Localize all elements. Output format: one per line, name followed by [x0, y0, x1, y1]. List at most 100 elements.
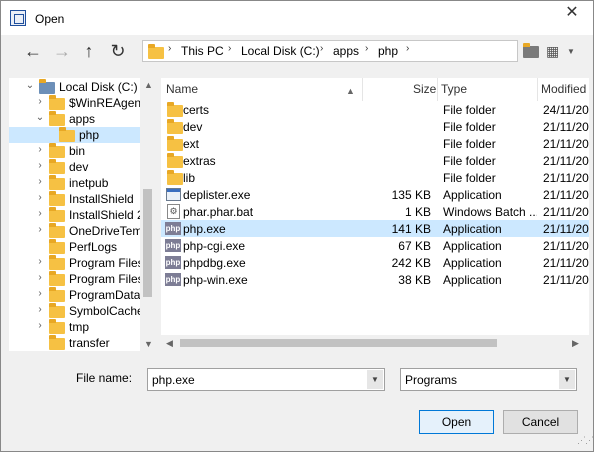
file-modified: 21/11/20: [543, 171, 589, 185]
tree-item[interactable]: PerfLogs: [9, 239, 141, 255]
file-row[interactable]: php php-cgi.exe 67 KB Application 21/11/20: [161, 237, 589, 254]
tree-item-label: Program Files: [69, 256, 141, 270]
file-type-dropdown-icon[interactable]: ▼: [559, 370, 575, 389]
view-options-chevron-icon[interactable]: ▼: [567, 47, 575, 56]
view-grid-icon[interactable]: ▦: [546, 43, 559, 60]
close-button[interactable]: ✕: [557, 3, 587, 25]
new-folder-icon[interactable]: [523, 43, 539, 58]
folder-icon: [49, 175, 65, 190]
crumb-local-disk[interactable]: Local Disk (C:): [241, 44, 320, 58]
sort-ascending-icon: ▲: [346, 86, 355, 96]
file-row[interactable]: ⚙ phar.phar.bat 1 KB Windows Batch ... 21/11…: [161, 203, 589, 220]
up-button[interactable]: ↑: [78, 41, 100, 61]
file-size: 141 KB: [391, 222, 431, 236]
address-bar[interactable]: › This PC › Local Disk (C:) › apps › php…: [142, 40, 518, 62]
chevron-right-icon[interactable]: ›: [35, 144, 45, 155]
list-scroll-thumb[interactable]: [180, 339, 497, 347]
tree-item[interactable]: › InstallShield 20: [9, 207, 141, 223]
file-type: Application: [443, 256, 502, 270]
file-row[interactable]: lib File folder 21/11/20: [161, 169, 589, 186]
chevron-right-icon[interactable]: ›: [35, 288, 45, 299]
scroll-right-arrow-icon[interactable]: ▶: [572, 338, 579, 349]
tree-item[interactable]: ⌄ Local Disk (C:): [9, 79, 141, 95]
tree-item[interactable]: › Program Files: [9, 255, 141, 271]
column-divider[interactable]: [537, 78, 538, 101]
tree-scroll-thumb[interactable]: [143, 189, 152, 297]
file-name: deplister.exe: [183, 188, 251, 202]
file-name-input[interactable]: php.exe ▼: [147, 368, 385, 391]
refresh-button[interactable]: ↻: [107, 41, 129, 61]
resize-grip-icon[interactable]: ⋰⋰: [577, 435, 594, 446]
scroll-down-arrow-icon[interactable]: ▼: [144, 339, 153, 349]
back-button[interactable]: ←: [22, 41, 44, 61]
file-type: File folder: [443, 171, 496, 185]
file-row[interactable]: deplister.exe 135 KB Application 21/11/20: [161, 186, 589, 203]
file-name: lib: [183, 171, 196, 185]
crumb-apps[interactable]: apps: [333, 44, 359, 58]
tree-item[interactable]: › dev: [9, 159, 141, 175]
tree-item[interactable]: › bin: [9, 143, 141, 159]
chevron-right-icon[interactable]: ›: [35, 320, 45, 331]
folder-icon: [49, 143, 65, 158]
tree-item[interactable]: › SymbolCache: [9, 303, 141, 319]
file-row[interactable]: php php-win.exe 38 KB Application 21/11/20: [161, 271, 589, 288]
chevron-right-icon[interactable]: ›: [35, 176, 45, 187]
cancel-button[interactable]: Cancel: [503, 410, 578, 434]
file-modified: 21/11/20: [543, 256, 589, 270]
tree-item[interactable]: › Program Files (: [9, 271, 141, 287]
column-modified-header[interactable]: Modified: [541, 82, 586, 102]
file-modified: 24/11/20: [543, 103, 589, 117]
column-divider[interactable]: [362, 78, 363, 101]
open-button[interactable]: Open: [419, 410, 494, 434]
folder-icon: [167, 136, 183, 151]
chevron-right-icon[interactable]: ›: [35, 96, 45, 107]
file-name-dropdown-icon[interactable]: ▼: [367, 370, 383, 389]
application-icon: [166, 188, 181, 201]
chevron-right-icon[interactable]: ›: [35, 272, 45, 283]
file-row[interactable]: dev File folder 21/11/20: [161, 118, 589, 135]
folder-icon: [49, 255, 65, 270]
file-type: Application: [443, 188, 502, 202]
tree-item-label: inetpub: [69, 176, 109, 190]
chevron-down-icon[interactable]: ⌄: [25, 80, 35, 91]
column-size-header[interactable]: Size: [413, 82, 436, 102]
crumb-php[interactable]: php: [378, 44, 398, 58]
chevron-right-icon[interactable]: ›: [35, 256, 45, 267]
tree-item[interactable]: › ProgramData: [9, 287, 141, 303]
tree-item[interactable]: php: [9, 127, 141, 143]
file-row[interactable]: extras File folder 21/11/20: [161, 152, 589, 169]
crumb-this-pc[interactable]: This PC: [181, 44, 224, 58]
tree-item-label: InstallShield: [69, 192, 134, 206]
tree-item-label: InstallShield 20: [69, 208, 141, 222]
chevron-right-icon[interactable]: ›: [35, 224, 45, 235]
chevron-right-icon[interactable]: ›: [35, 160, 45, 171]
chevron-right-icon[interactable]: ›: [35, 208, 45, 219]
file-name: phpdbg.exe: [183, 256, 246, 270]
folder-icon: [49, 271, 65, 286]
tree-item[interactable]: › $WinREAgent: [9, 95, 141, 111]
tree-item[interactable]: › tmp: [9, 319, 141, 335]
php-icon: php: [165, 256, 181, 269]
file-row[interactable]: php php.exe 141 KB Application 21/11/20: [161, 220, 589, 237]
column-type-header[interactable]: Type: [441, 82, 467, 102]
file-name: php-win.exe: [183, 273, 248, 287]
column-name-header[interactable]: Name: [166, 82, 198, 102]
chevron-right-icon[interactable]: ›: [35, 304, 45, 315]
scroll-left-arrow-icon[interactable]: ◀: [166, 338, 173, 349]
tree-item[interactable]: ⌄ apps: [9, 111, 141, 127]
php-icon: php: [165, 273, 181, 286]
chevron-down-icon[interactable]: ⌄: [35, 112, 45, 123]
chevron-right-icon[interactable]: ›: [35, 192, 45, 203]
scroll-up-arrow-icon[interactable]: ▲: [144, 80, 153, 90]
tree-item[interactable]: › inetpub: [9, 175, 141, 191]
file-modified: 21/11/20: [543, 222, 589, 236]
tree-item[interactable]: › InstallShield: [9, 191, 141, 207]
tree-item[interactable]: › OneDriveTemp: [9, 223, 141, 239]
tree-item[interactable]: transfer: [9, 335, 141, 351]
column-divider[interactable]: [437, 78, 438, 101]
file-row[interactable]: ext File folder 21/11/20: [161, 135, 589, 152]
file-row[interactable]: certs File folder 24/11/20: [161, 101, 589, 118]
file-row[interactable]: php phpdbg.exe 242 KB Application 21/11/20: [161, 254, 589, 271]
forward-button[interactable]: →: [51, 41, 73, 61]
file-type-select[interactable]: Programs ▼: [400, 368, 577, 391]
